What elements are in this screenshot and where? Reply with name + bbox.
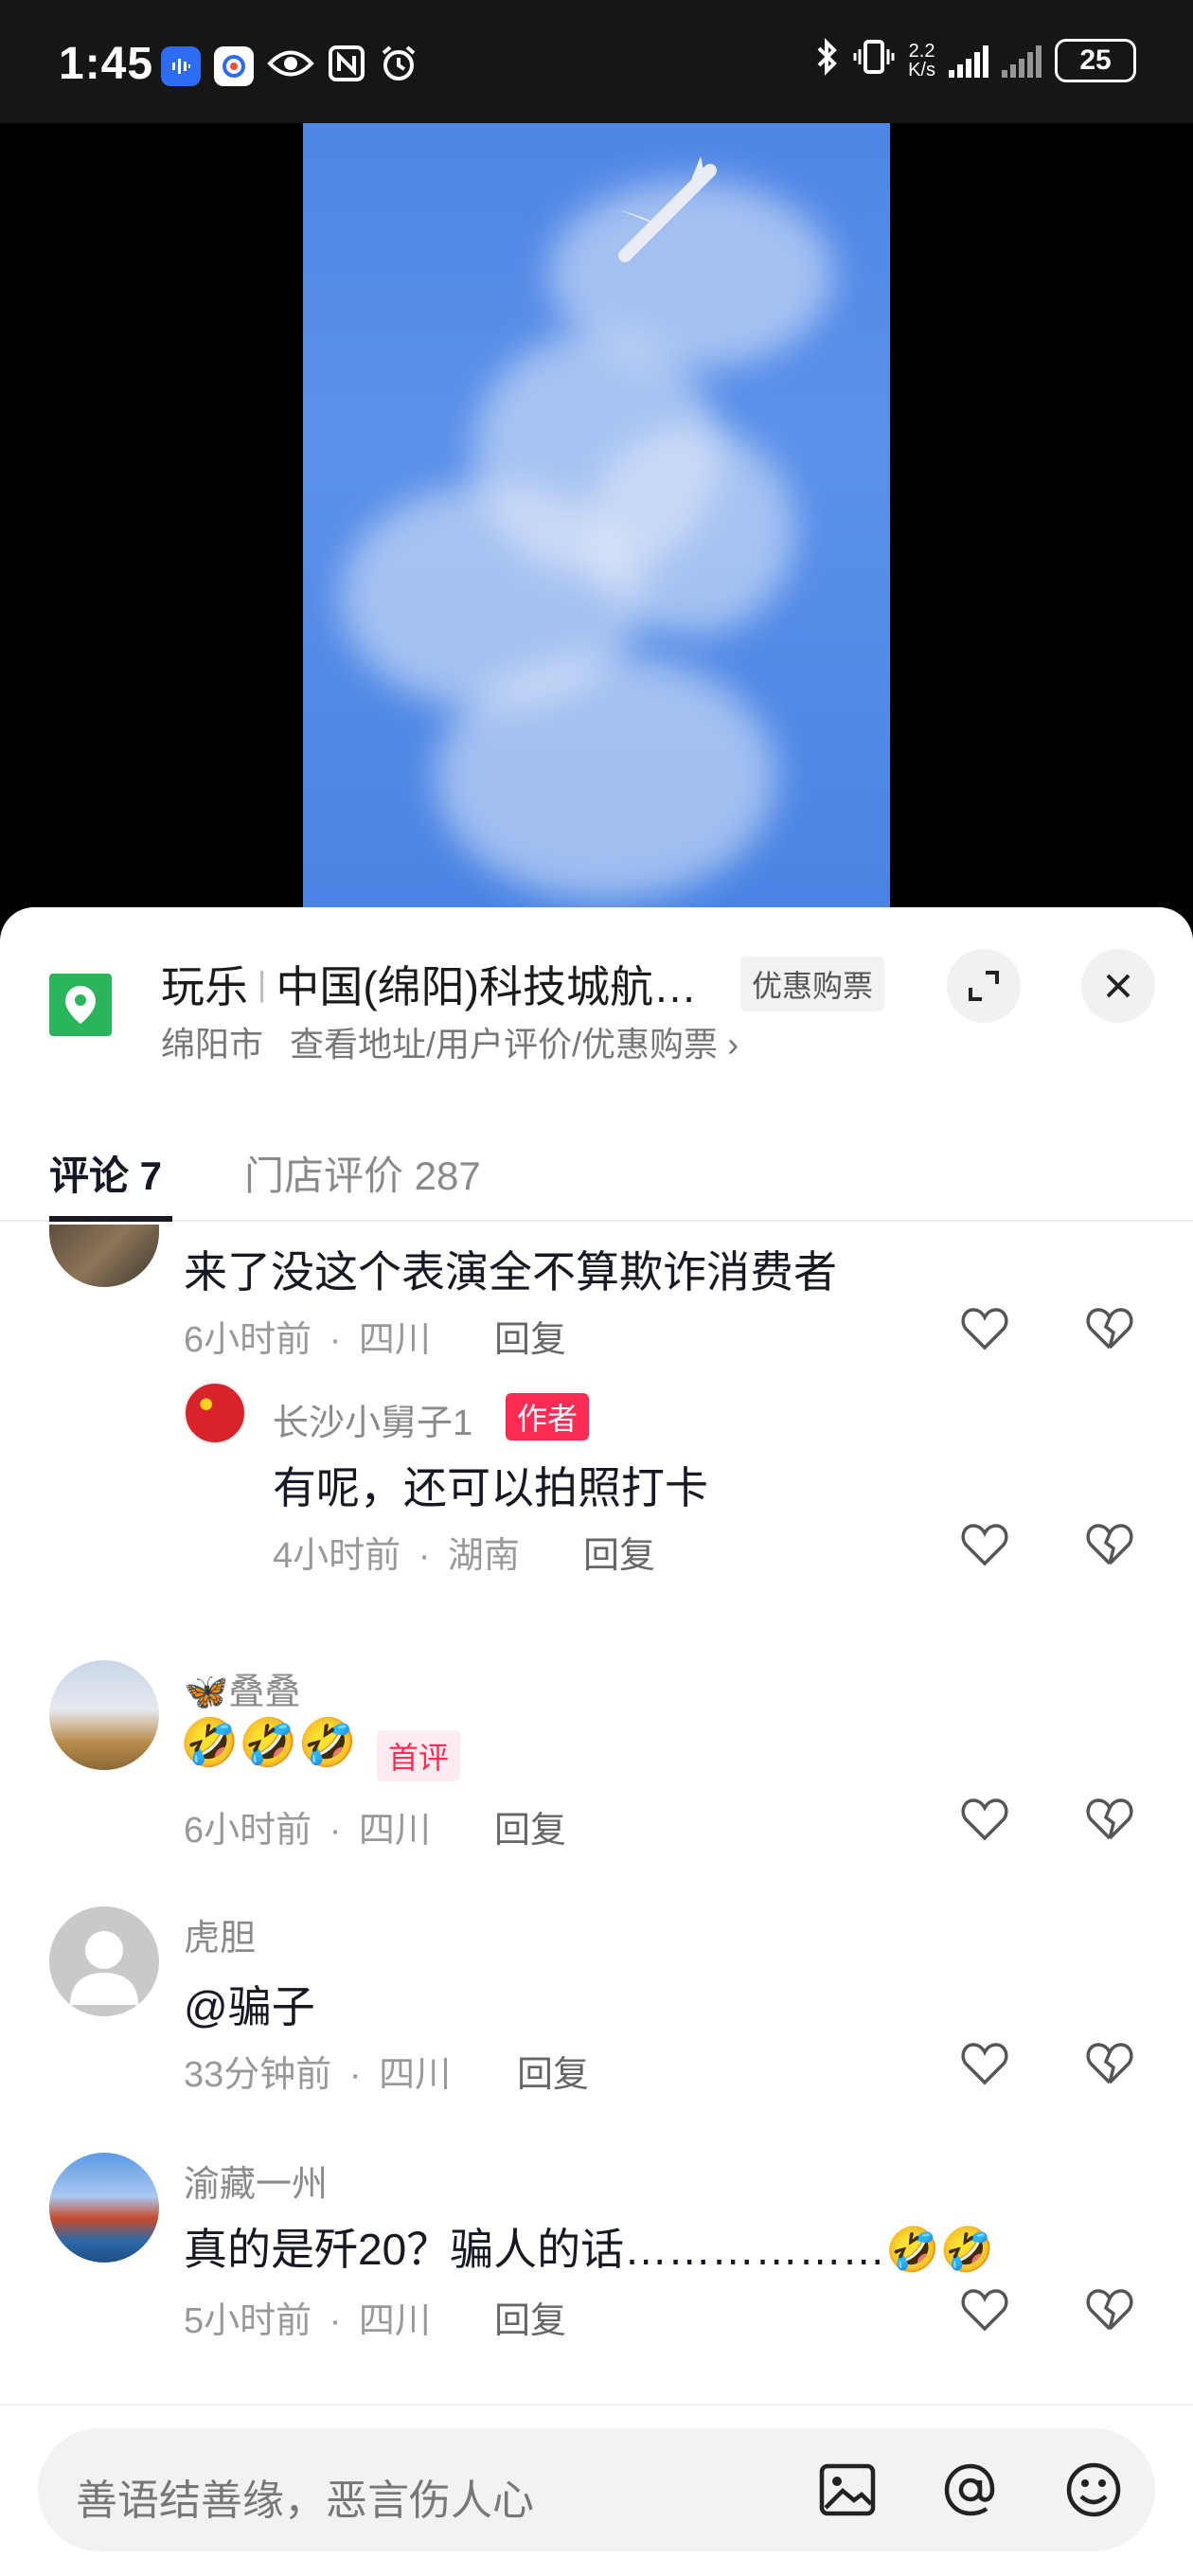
expand-icon xyxy=(969,971,999,1001)
video-player[interactable] xyxy=(0,123,1193,909)
notification-icons xyxy=(161,44,418,88)
alarm-icon xyxy=(379,44,418,88)
net-speed-unit: K/s xyxy=(908,60,935,80)
comment-location: 四川 xyxy=(358,1320,431,1360)
status-bar: 1:45 2.2 K/s 25 xyxy=(0,0,1193,123)
default-avatar-icon xyxy=(70,1931,138,2005)
reply-button[interactable]: 回复 xyxy=(494,1310,566,1362)
comment-text: @骗子 xyxy=(184,1982,315,2031)
image-icon[interactable] xyxy=(814,2457,881,2523)
tab-comments[interactable]: 评论 7 xyxy=(49,1144,162,1202)
heart-icon[interactable] xyxy=(958,2283,1011,2336)
comment-input-bar: 善语结善缘，恶言伤人心 xyxy=(0,2404,1193,2576)
comment-time: 33分钟前 xyxy=(184,2055,332,2095)
chevron-right-icon: › xyxy=(727,1025,739,1064)
comment-text: 真的是歼20？骗人的话………………🤣🤣 xyxy=(184,2225,994,2274)
comment-username[interactable]: 🦋叠叠 xyxy=(184,1662,300,1714)
poi-subtitle[interactable]: 绵阳市 查看地址/用户评价/优惠购票 › xyxy=(161,1017,739,1066)
comment-text: 来了没这个表演全不算欺诈消费者 xyxy=(184,1247,837,1297)
meta-separator: · xyxy=(418,1536,431,1576)
voice-app-icon xyxy=(161,45,201,86)
poi-badge[interactable]: 优惠购票 xyxy=(740,957,885,1011)
meta-separator: · xyxy=(329,1320,342,1360)
broken-heart-icon[interactable] xyxy=(1083,1302,1136,1355)
comment-time: 6小时前 xyxy=(184,1320,312,1360)
comment-input-placeholder: 善语结善缘，恶言伤人心 xyxy=(76,2478,534,2524)
poi-category: 玩乐 xyxy=(161,962,248,1011)
broken-heart-icon[interactable] xyxy=(1083,2283,1136,2336)
heart-icon[interactable] xyxy=(958,2037,1011,2090)
system-icons: 2.2 K/s 25 xyxy=(815,38,1136,83)
comment-meta: 33分钟前 · 四川 xyxy=(184,2045,451,2097)
meta-separator: · xyxy=(329,2301,342,2341)
poi-links: 查看地址/用户评价/优惠购票 xyxy=(290,1025,719,1064)
mention-icon[interactable] xyxy=(937,2457,1004,2523)
network-speed: 2.2 K/s xyxy=(908,42,935,80)
poi-separator: | xyxy=(258,964,267,1003)
comment-location: 四川 xyxy=(358,1811,431,1851)
broken-heart-icon[interactable] xyxy=(1083,1793,1136,1846)
bluetooth-icon xyxy=(815,38,840,83)
expand-button[interactable] xyxy=(947,949,1021,1023)
poi-title[interactable]: 玩乐 | 中国(绵阳)科技城航… xyxy=(161,953,697,1015)
reply-button[interactable]: 回复 xyxy=(494,2291,566,2343)
first-comment-badge: 首评 xyxy=(377,1730,461,1781)
comment-username[interactable]: 虎胆 xyxy=(184,1908,256,1960)
comment-location: 湖南 xyxy=(447,1536,520,1576)
reply-button[interactable]: 回复 xyxy=(494,1800,566,1852)
comment-time: 5小时前 xyxy=(184,2301,312,2341)
author-badge: 作者 xyxy=(506,1393,590,1440)
comment-text: 有呢，还可以拍照打卡 xyxy=(273,1463,708,1512)
reply-button[interactable]: 回复 xyxy=(517,2045,589,2097)
battery-icon: 25 xyxy=(1055,39,1136,82)
comment-meta: 5小时前 · 四川 xyxy=(184,2291,431,2343)
comment-location: 四川 xyxy=(358,2301,431,2341)
comment-time: 4小时前 xyxy=(273,1536,401,1576)
avatar[interactable] xyxy=(184,1382,246,1444)
battery-level: 25 xyxy=(1079,45,1112,76)
comment-tabs: 评论 7 门店评价 287 xyxy=(0,1116,1193,1222)
avatar[interactable] xyxy=(49,1225,159,1287)
close-button[interactable] xyxy=(1081,949,1155,1023)
heart-icon[interactable] xyxy=(958,1518,1011,1571)
comment-meta: 6小时前 · 四川 xyxy=(184,1310,431,1362)
video-frame xyxy=(303,123,890,909)
comment-list[interactable]: 来了没这个表演全不算欺诈消费者 6小时前 · 四川 回复 长沙小舅子1 作者 有… xyxy=(0,1225,1193,2361)
signal-icon xyxy=(949,44,988,78)
reply-button[interactable]: 回复 xyxy=(583,1526,655,1578)
poi-city: 绵阳市 xyxy=(161,1025,264,1064)
broken-heart-icon[interactable] xyxy=(1083,1518,1136,1571)
comment-panel: 玩乐 | 中国(绵阳)科技城航… 优惠购票 绵阳市 查看地址/用户评价/优惠购票… xyxy=(0,907,1193,2576)
nfc-icon xyxy=(328,45,365,87)
aircraft-image xyxy=(606,152,729,270)
net-speed-value: 2.2 xyxy=(908,41,935,62)
meta-separator: · xyxy=(348,2055,362,2095)
meta-separator: · xyxy=(329,1811,342,1851)
comment-text: 🤣🤣🤣 xyxy=(180,1716,357,1769)
browser-app-icon xyxy=(214,45,254,86)
eye-icon xyxy=(267,47,314,84)
comment-meta: 6小时前 · 四川 xyxy=(184,1800,431,1852)
comment-location: 四川 xyxy=(379,2055,452,2095)
emoji-icon[interactable] xyxy=(1060,2457,1127,2523)
avatar[interactable] xyxy=(49,2153,159,2263)
poi-name: 中国(绵阳)科技城航… xyxy=(276,962,697,1011)
avatar[interactable] xyxy=(49,1660,159,1770)
comment-input[interactable]: 善语结善缘，恶言伤人心 xyxy=(38,2428,1155,2551)
signal-2-icon xyxy=(1002,44,1042,78)
status-time: 1:45 xyxy=(59,39,154,89)
heart-icon[interactable] xyxy=(958,1302,1011,1355)
location-pin-icon[interactable] xyxy=(49,974,112,1036)
comment-time: 6小时前 xyxy=(184,1811,312,1851)
broken-heart-icon[interactable] xyxy=(1083,2037,1136,2090)
tab-indicator xyxy=(49,1216,172,1222)
tab-store-reviews[interactable]: 门店评价 287 xyxy=(244,1144,481,1202)
heart-icon[interactable] xyxy=(958,1793,1011,1846)
close-icon xyxy=(1106,974,1131,998)
comment-meta: 4小时前 · 湖南 xyxy=(273,1526,520,1578)
avatar[interactable] xyxy=(49,1906,159,2016)
vibrate-icon xyxy=(853,38,895,83)
comment-username[interactable]: 长沙小舅子1 xyxy=(273,1393,472,1445)
comment-username[interactable]: 渝藏一州 xyxy=(184,2155,328,2207)
